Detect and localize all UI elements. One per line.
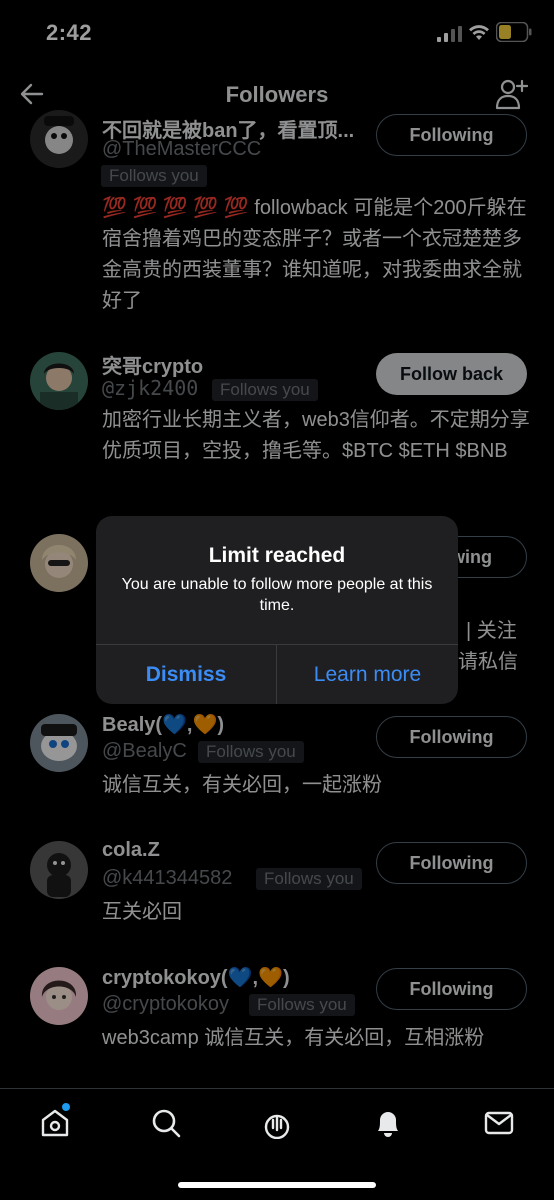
messages-icon[interactable] [483, 1107, 515, 1139]
learn-more-button[interactable]: Learn more [277, 645, 458, 704]
limit-reached-alert: Limit reached You are unable to follow m… [96, 516, 458, 704]
search-icon[interactable] [150, 1107, 182, 1139]
alert-message: You are unable to follow more people at … [121, 576, 433, 614]
notifications-icon[interactable] [372, 1107, 404, 1139]
dismiss-button[interactable]: Dismiss [96, 645, 276, 704]
home-icon[interactable] [39, 1107, 71, 1139]
spaces-icon[interactable] [261, 1107, 293, 1139]
home-notification-dot [62, 1103, 70, 1111]
alert-title: Limit reached [208, 544, 346, 567]
home-indicator[interactable] [178, 1182, 376, 1188]
